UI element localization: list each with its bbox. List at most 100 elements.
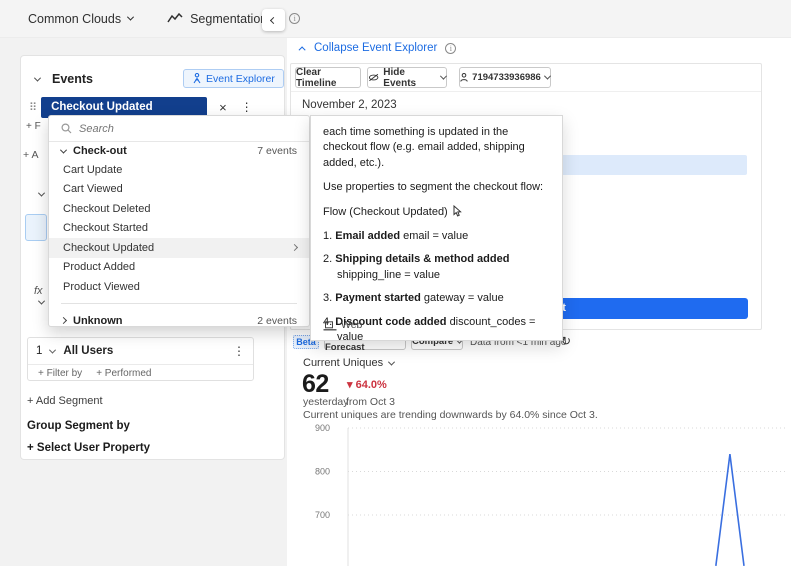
chevron-down-icon [33,74,42,82]
event-option[interactable]: Product Viewed [49,277,309,297]
top-bar: Common Clouds Segmentation i [0,0,791,38]
hide-events-button[interactable]: Hide Events [367,66,448,89]
series-line [715,454,745,566]
clear-timeline-label: Clear Timeline [296,66,337,89]
tooltip-intro: each time something is updated in the ch… [323,126,525,169]
eye-off-icon [368,73,379,82]
segment-header-row[interactable]: 1 All Users ⋮ [28,338,253,364]
tooltip-step: 2. Shipping details & method added shipp… [323,252,550,283]
filter-by-link-partial[interactable]: + F [26,121,41,132]
kebab-menu-icon[interactable]: ⋮ [241,100,253,114]
tooltip-step: 1. Email added email = value [323,229,550,244]
project-selector[interactable]: Common Clouds [28,11,135,26]
events-section-header[interactable]: Events [33,72,93,86]
metric-value: 62 [302,370,329,398]
user-id-label: 7194733936986 [472,72,541,83]
uniques-chart-svg[interactable]: 900 800 700 [290,420,791,566]
chevron-down-icon[interactable] [37,297,46,305]
filter-by-link[interactable]: + Filter by [38,368,82,379]
y-axis-tick-label: 800 [315,467,330,477]
chevron-up-icon [298,45,306,53]
add-event-link-partial[interactable]: + A [23,149,38,161]
group-segment-by-label: Group Segment by [27,420,130,432]
chevron-down-icon [49,346,57,354]
chevron-down-icon [543,72,551,80]
event-group-count: 2 events [257,314,297,327]
event-group-name: Check-out [73,145,127,157]
event-description-tooltip: each time something is updated in the ch… [310,115,563,343]
add-segment-link[interactable]: + Add Segment [27,395,103,407]
step-title: Payment started [335,292,421,305]
segment-card: 1 All Users ⋮ + Filter by + Performed [27,337,254,381]
event-option-label: Checkout Updated [63,241,155,254]
clear-timeline-button[interactable]: Clear Timeline [295,66,361,89]
event-option[interactable]: Cart Viewed [49,180,309,200]
tooltip-step: 3. Payment started gateway = value [323,291,550,306]
kebab-menu-icon[interactable]: ⋮ [233,344,245,358]
event-group-count: 7 events [257,145,297,157]
select-user-property-link[interactable]: + Select User Property [27,442,150,454]
metric-name: Current Uniques [303,357,384,369]
formula-fx-label[interactable]: fx [34,285,43,297]
performed-link[interactable]: + Performed [96,368,151,379]
tooltip-platform-row: Web [323,318,362,333]
divider [61,302,297,304]
hide-events-label: Hide Events [383,66,417,89]
info-icon[interactable]: i [289,13,301,24]
chevron-down-icon [388,358,396,366]
metric-delta: ▾ 64.0% [347,378,387,391]
collapse-event-explorer-label: Collapse Event Explorer [314,42,438,54]
events-section-title: Events [52,72,93,86]
event-group-unknown-header[interactable]: Unknown 2 events [49,310,309,332]
y-axis-tick-label: 700 [315,510,330,520]
metric-selector[interactable]: Current Uniques [303,357,396,369]
step-number: 1. [323,229,333,242]
chevron-right-icon [59,316,68,325]
event-picker-dropdown: Check-out 7 events Cart Update Cart View… [48,115,310,327]
tooltip-segment-line: Use properties to segment the checkout f… [323,181,544,194]
event-option[interactable]: Checkout Started [49,219,309,239]
step-number: 2. [323,253,333,266]
user-selector-button[interactable]: 7194733936986 [459,67,551,88]
event-explorer-label: Event Explorer [206,72,275,85]
collapse-event-explorer-link[interactable]: Collapse Event Explorer i [298,42,457,54]
laptop-icon [323,320,337,331]
close-icon[interactable]: × [219,100,227,115]
measurement-box-partial[interactable] [25,214,47,241]
event-search-input[interactable] [79,122,279,135]
user-icon [460,73,468,82]
app-screen: Common Clouds Segmentation i Events Even… [0,0,791,566]
selected-event-label: Checkout Updated [51,101,153,113]
collapse-sidebar-button[interactable] [262,9,285,31]
step-detail: gateway = value [423,292,504,305]
chevron-down-icon[interactable] [37,189,46,197]
project-name: Common Clouds [28,11,122,26]
event-option[interactable]: Product Added [49,258,309,278]
platform-label: Web [341,319,363,332]
chevron-left-icon [269,16,278,24]
drag-handle-icon[interactable]: ⠿ [29,101,37,114]
chevron-down-icon [127,13,135,21]
divider [291,91,761,92]
segment-name: All Users [63,345,114,357]
tooltip-flow-text: Flow (Checkout Updated) [323,205,448,218]
chevron-right-icon [290,244,299,252]
metric-compare-from: from Oct 3 [346,396,396,408]
event-search-row [49,116,309,142]
report-name: Segmentation [190,11,268,26]
step-title: Email added [335,229,401,242]
chevron-down-icon [440,72,448,80]
step-detail: shipping_line = value [337,268,441,281]
y-axis-tick-label: 900 [315,423,330,433]
event-group-checkout-header[interactable]: Check-out 7 events [49,142,309,160]
event-explorer-button[interactable]: Event Explorer [183,69,284,88]
info-icon[interactable]: i [445,42,457,54]
triangle-down-icon: ▾ [347,379,353,391]
event-option-highlighted[interactable]: Checkout Updated [49,238,309,258]
event-option[interactable]: Checkout Deleted [49,199,309,219]
timeline-date-header: November 2, 2023 [302,99,397,111]
line-chart-icon [167,13,183,23]
step-title: Shipping details & method added [335,253,510,266]
segment-actions-row: + Filter by + Performed [28,364,253,382]
event-option[interactable]: Cart Update [49,160,309,180]
